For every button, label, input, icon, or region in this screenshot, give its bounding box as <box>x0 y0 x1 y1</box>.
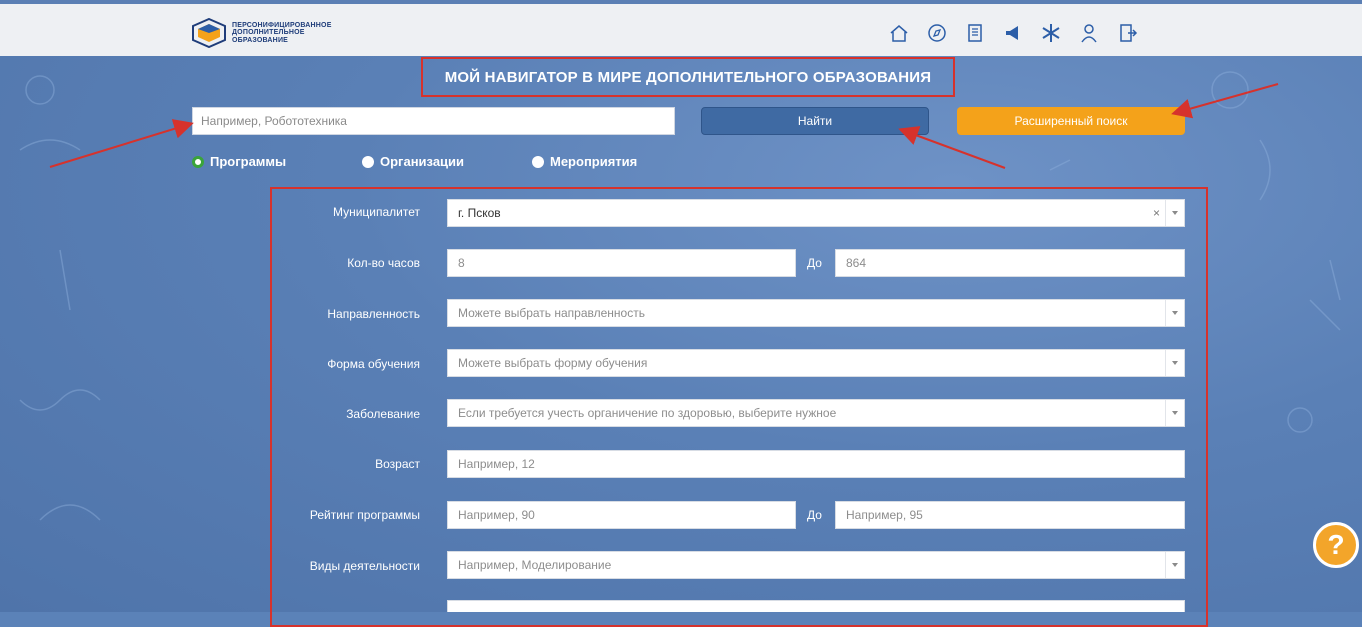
rating-from-input[interactable]: Например, 90 <box>447 501 796 529</box>
radio-organizations[interactable]: Организации <box>362 154 464 169</box>
rating-to-label: До <box>807 508 822 522</box>
radio-dot-selected <box>192 155 204 168</box>
chevron-down-icon[interactable] <box>1165 552 1184 578</box>
logo-text: ПЕРСОНИФИЦИРОВАННОЕ ДОПОЛНИТЕЛЬНОЕ ОБРАЗ… <box>232 22 332 45</box>
help-button[interactable]: ? <box>1313 522 1359 568</box>
activities-placeholder: Например, Моделирование <box>458 558 612 572</box>
page-title-box: МОЙ НАВИГАТОР В МИРЕ ДОПОЛНИТЕЛЬНОГО ОБР… <box>421 57 955 97</box>
next-row-field[interactable] <box>447 600 1185 612</box>
municipality-label: Муниципалитет <box>332 205 420 219</box>
logo-icon <box>192 18 226 48</box>
top-nav-icons <box>880 18 1146 48</box>
logo-line: ДОПОЛНИТЕЛЬНОЕ <box>232 29 305 37</box>
form-type-placeholder: Можете выбрать форму обучения <box>458 356 648 370</box>
search-input[interactable] <box>192 107 675 135</box>
hours-label: Кол-во часов <box>347 256 420 270</box>
rating-to-placeholder: Например, 95 <box>846 508 923 522</box>
disease-placeholder: Если требуется учесть органичение по здо… <box>458 406 837 420</box>
age-placeholder: Например, 12 <box>458 457 535 471</box>
age-input[interactable]: Например, 12 <box>447 450 1185 478</box>
activities-label: Виды деятельности <box>309 559 420 573</box>
radio-events[interactable]: Мероприятия <box>532 154 637 169</box>
disease-select[interactable]: Если требуется учесть органичение по здо… <box>447 399 1185 427</box>
megaphone-icon[interactable] <box>994 18 1032 48</box>
chevron-down-icon[interactable] <box>1165 300 1184 326</box>
exit-icon[interactable] <box>1108 18 1146 48</box>
hours-from-value: 8 <box>458 256 465 270</box>
rating-to-input[interactable]: Например, 95 <box>835 501 1185 529</box>
chevron-down-icon[interactable] <box>1165 400 1184 426</box>
chevron-down-icon[interactable] <box>1165 350 1184 376</box>
radio-label: Мероприятия <box>550 154 638 169</box>
direction-placeholder: Можете выбрать направленность <box>458 306 645 320</box>
direction-label: Направленность <box>327 307 420 321</box>
direction-select[interactable]: Можете выбрать направленность <box>447 299 1185 327</box>
hours-to-value: 864 <box>846 256 867 270</box>
rating-label: Рейтинг программы <box>309 508 420 522</box>
document-icon[interactable] <box>956 18 994 48</box>
age-label: Возраст <box>375 457 420 471</box>
hours-to-label: До <box>807 256 822 270</box>
user-icon[interactable] <box>1070 18 1108 48</box>
find-button[interactable]: Найти <box>701 107 929 135</box>
logo-line: ОБРАЗОВАНИЕ <box>232 36 289 44</box>
hours-from-input[interactable]: 8 <box>447 249 796 277</box>
activities-select[interactable]: Например, Моделирование <box>447 551 1185 579</box>
radio-label: Организации <box>380 154 465 169</box>
radio-programs[interactable]: Программы <box>192 154 286 169</box>
hours-to-input[interactable]: 864 <box>835 249 1185 277</box>
home-icon[interactable] <box>880 18 918 48</box>
form-type-select[interactable]: Можете выбрать форму обучения <box>447 349 1185 377</box>
top-navbar: ПЕРСОНИФИЦИРОВАННОЕ ДОПОЛНИТЕЛЬНОЕ ОБРАЗ… <box>0 0 1362 56</box>
municipality-select[interactable]: г. Псков × <box>447 199 1185 227</box>
chevron-down-icon[interactable] <box>1165 200 1184 226</box>
radio-dot <box>362 155 374 168</box>
logo-line: ПЕРСОНИФИЦИРОВАННОЕ <box>232 21 332 29</box>
clear-icon[interactable]: × <box>1153 206 1160 220</box>
rating-from-placeholder: Например, 90 <box>458 508 535 522</box>
page-title: МОЙ НАВИГАТОР В МИРЕ ДОПОЛНИТЕЛЬНОГО ОБР… <box>444 68 932 86</box>
advanced-search-button[interactable]: Расширенный поиск <box>957 107 1185 135</box>
radio-dot <box>532 155 544 168</box>
municipality-value: г. Псков <box>458 206 501 220</box>
site-logo[interactable]: ПЕРСОНИФИЦИРОВАННОЕ ДОПОЛНИТЕЛЬНОЕ ОБРАЗ… <box>192 18 332 48</box>
disease-label: Заболевание <box>346 407 420 421</box>
form-type-label: Форма обучения <box>327 357 420 371</box>
star-icon[interactable] <box>1032 18 1070 48</box>
radio-label: Программы <box>210 154 287 169</box>
compass-icon[interactable] <box>918 18 956 48</box>
